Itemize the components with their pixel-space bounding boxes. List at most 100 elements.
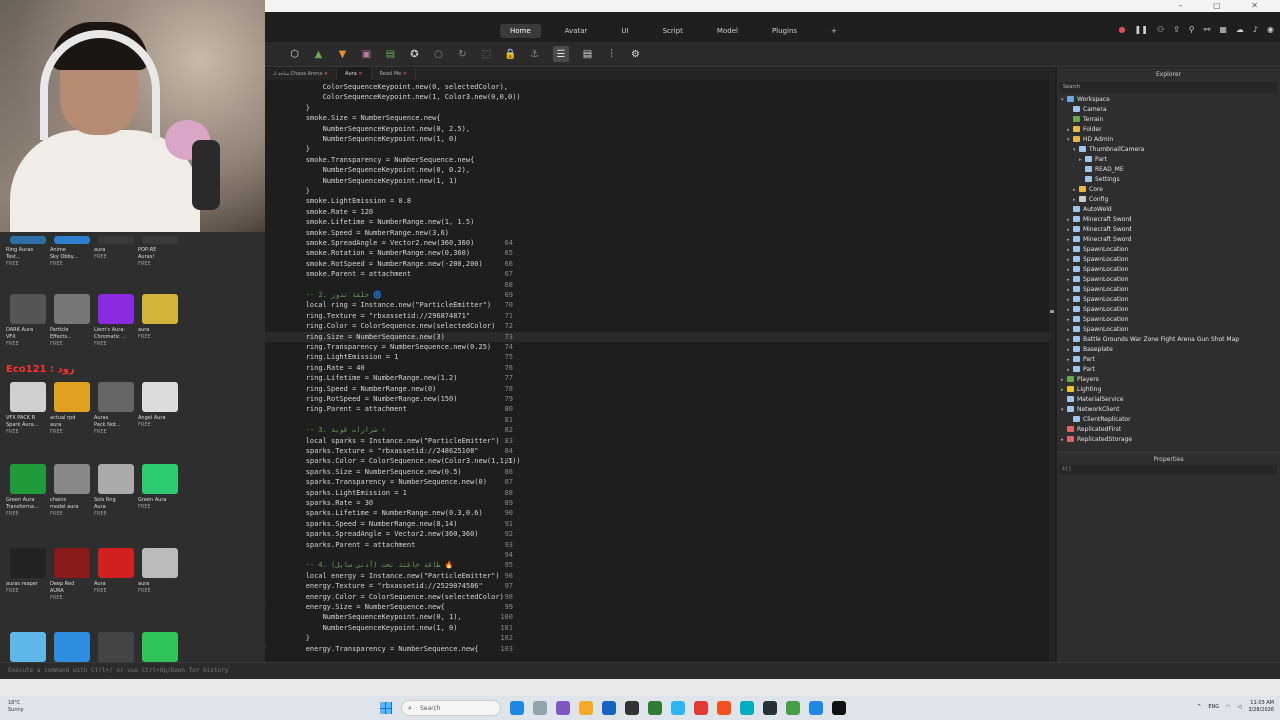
code-line[interactable]: 99▼ energy.Size = NumberSequence.new{: [265, 602, 1055, 612]
list-tool-icon[interactable]: ▤: [582, 49, 593, 60]
telegram-icon[interactable]: [671, 701, 685, 715]
toolbox-item[interactable]: Green Aura FREE: [138, 464, 182, 511]
clock[interactable]: 11:03 AM 3/28/2026: [1248, 700, 1274, 714]
code-line[interactable]: 75 ring.LightEmission = 1: [265, 352, 1055, 362]
align-tool-icon[interactable]: ☰: [553, 46, 569, 62]
team-icon[interactable]: ⚇: [1157, 25, 1164, 34]
toolbox-item[interactable]: auras reaper FREE: [6, 548, 50, 595]
fold-arrow-icon[interactable]: ▼: [265, 602, 266, 612]
anchor-tool-icon[interactable]: ⚓: [529, 49, 540, 60]
green-app-icon[interactable]: [786, 701, 800, 715]
code-line[interactable]: 88 sparks.LightEmission = 1: [265, 488, 1055, 498]
explorer-item[interactable]: ▸ Part: [1067, 365, 1095, 375]
toolbox-item[interactable]: Liem's Aura: Chromatic ... FREE: [94, 294, 138, 348]
scale-tool-icon[interactable]: ⬚: [481, 49, 492, 60]
image-tool-icon[interactable]: ▣: [361, 49, 372, 60]
toolbox-item[interactable]: Auras Pack Not... FREE: [94, 382, 138, 436]
volume-icon[interactable]: ◁: [1238, 704, 1242, 710]
explorer-item[interactable]: ▾ Workspace: [1061, 95, 1110, 105]
lock-tool-icon[interactable]: 🔒: [504, 49, 516, 60]
code-line[interactable]: 96 local energy = Instance.new("Particle…: [265, 571, 1055, 581]
link-icon[interactable]: ⚲: [1189, 25, 1195, 34]
code-line[interactable]: 90 sparks.Lifetime = NumberRange.new(0.3…: [265, 508, 1055, 518]
explorer-item[interactable]: ▸ SpawnLocation: [1067, 315, 1128, 325]
ribbon-tab-home[interactable]: Home: [500, 24, 541, 38]
explorer-search-input[interactable]: Search: [1059, 82, 1277, 93]
explorer-item[interactable]: ReplicatedFirst: [1061, 425, 1121, 435]
explorer-item[interactable]: ▸ SpawnLocation: [1067, 265, 1128, 275]
media-icon[interactable]: [556, 701, 570, 715]
toolbox-item[interactable]: Particle Effects... FREE: [50, 294, 94, 348]
roblox-studio-icon[interactable]: [809, 701, 823, 715]
rotate-tool-icon[interactable]: ↻: [457, 49, 468, 60]
code-line[interactable]: 71 ring.Texture = "rbxassetid://29687487…: [265, 311, 1055, 321]
ribbon-tab-plugins[interactable]: Plugins: [762, 24, 807, 38]
explorer-item[interactable]: ▸ ReplicatedStorage: [1061, 435, 1132, 445]
properties-filter-input[interactable]: ${}: [1059, 465, 1277, 474]
part-tool-icon[interactable]: ⬡: [289, 49, 300, 60]
script-editor[interactable]: ColorSequenceKeypoint.new(0, selectedCol…: [265, 80, 1055, 662]
record-icon[interactable]: ●: [1119, 25, 1126, 34]
toolbox-item[interactable]: Ring Auras Test... FREE: [6, 236, 50, 268]
explorer-item[interactable]: ▸ Core: [1073, 185, 1103, 195]
window-controls[interactable]: – ▢ ✕: [1179, 1, 1272, 10]
explorer-item[interactable]: ▾ NetworkClient: [1061, 405, 1119, 415]
explorer-item[interactable]: ▸ Folder: [1067, 125, 1102, 135]
explorer-item[interactable]: AutoWeld: [1067, 205, 1112, 215]
close-tab-icon[interactable]: ✕: [401, 71, 407, 77]
wifi-icon[interactable]: ◠: [1226, 704, 1230, 710]
explorer-item[interactable]: ▸ Minecraft Sword: [1067, 235, 1132, 245]
explorer-item[interactable]: Camera: [1067, 105, 1107, 115]
editor-scroll-thumb[interactable]: [1050, 310, 1054, 313]
code-line[interactable]: NumberSequenceKeypoint.new(0, 2.5),: [265, 124, 1055, 134]
code-line[interactable]: 98 energy.Color = ColorSequence.new(sele…: [265, 592, 1055, 602]
ribbon-tab-script[interactable]: Script: [653, 24, 693, 38]
code-line[interactable]: smoke.Transparency = NumberSequence.new{: [265, 155, 1055, 165]
code-line[interactable]: 82 -- 3. شرارات قوية ⚡: [265, 425, 1055, 435]
camera-tool-icon[interactable]: ✪: [409, 49, 420, 60]
settings-tool-icon[interactable]: ⚙: [630, 49, 641, 60]
code-line[interactable]: 73 ring.Size = NumberSequence.new(3): [265, 331, 1055, 342]
cloud-icon[interactable]: ☁: [1236, 25, 1244, 34]
taskbar-search[interactable]: ⌕ Search: [401, 700, 501, 716]
toolbox-item[interactable]: [6, 632, 50, 662]
code-line[interactable]: 100 NumberSequenceKeypoint.new(0, 1),: [265, 612, 1055, 622]
code-line[interactable]: NumberSequenceKeypoint.new(1, 0): [265, 134, 1055, 144]
code-line[interactable]: 77 ring.Lifetime = NumberRange.new(1.2): [265, 373, 1055, 383]
explorer-item[interactable]: ▸ SpawnLocation: [1067, 295, 1128, 305]
code-line[interactable]: 81: [265, 415, 1055, 425]
file-explorer-icon[interactable]: [579, 701, 593, 715]
code-line[interactable]: }: [265, 144, 1055, 154]
toolbox-item[interactable]: Deep Red AURA FREE: [50, 548, 94, 602]
explorer-item[interactable]: ▸ SpawnLocation: [1067, 255, 1128, 265]
code-line[interactable]: smoke.Size = NumberSequence.new{: [265, 113, 1055, 123]
explorer-item[interactable]: ▾ ThumbnailCamera: [1073, 145, 1144, 155]
ribbon-tab-avatar[interactable]: Avatar: [555, 24, 598, 38]
grid-icon[interactable]: ▦: [1219, 25, 1227, 34]
explorer-item[interactable]: ▸ Minecraft Sword: [1067, 215, 1132, 225]
steam-icon[interactable]: [763, 701, 777, 715]
code-line[interactable]: 97 energy.Texture = "rbxassetid://252907…: [265, 581, 1055, 591]
record-app-icon[interactable]: [694, 701, 708, 715]
ribbon-tab-ui[interactable]: UI: [611, 24, 638, 38]
explorer-item[interactable]: ▸ Baseplate: [1067, 345, 1113, 355]
start-button-icon[interactable]: [380, 702, 392, 714]
toolbox-item[interactable]: Aura FREE: [94, 548, 138, 595]
explorer-item[interactable]: READ_ME: [1079, 165, 1124, 175]
toolbox-item[interactable]: VFX PACK R Spark Aura... FREE: [6, 382, 50, 436]
obs-icon[interactable]: [832, 701, 846, 715]
code-line[interactable]: 70 local ring = Instance.new("ParticleEm…: [265, 300, 1055, 310]
terrain-tool-icon[interactable]: ▲: [313, 49, 324, 60]
toolbox-item[interactable]: [94, 632, 138, 662]
toolbox-item[interactable]: Angel Aura FREE: [138, 382, 182, 429]
explorer-item[interactable]: MaterialService: [1061, 395, 1124, 405]
code-line[interactable]: 65 smoke.Rotation = NumberRange.new(0,36…: [265, 248, 1055, 258]
doc-tab[interactable]: Read Me ✕: [372, 68, 416, 80]
code-line[interactable]: 101 NumberSequenceKeypoint.new(1, 0): [265, 623, 1055, 633]
script-tool-icon[interactable]: ▤: [385, 49, 396, 60]
code-line[interactable]: 69 -- 2. حلقة تدور 🌀: [265, 290, 1055, 300]
explorer-item[interactable]: ▾ HD Admin: [1067, 135, 1113, 145]
language-indicator[interactable]: ENG: [1208, 704, 1219, 710]
toolbox-item[interactable]: aura FREE: [94, 236, 138, 261]
toolbox-item[interactable]: POP:RE Auras! FREE: [138, 236, 182, 268]
